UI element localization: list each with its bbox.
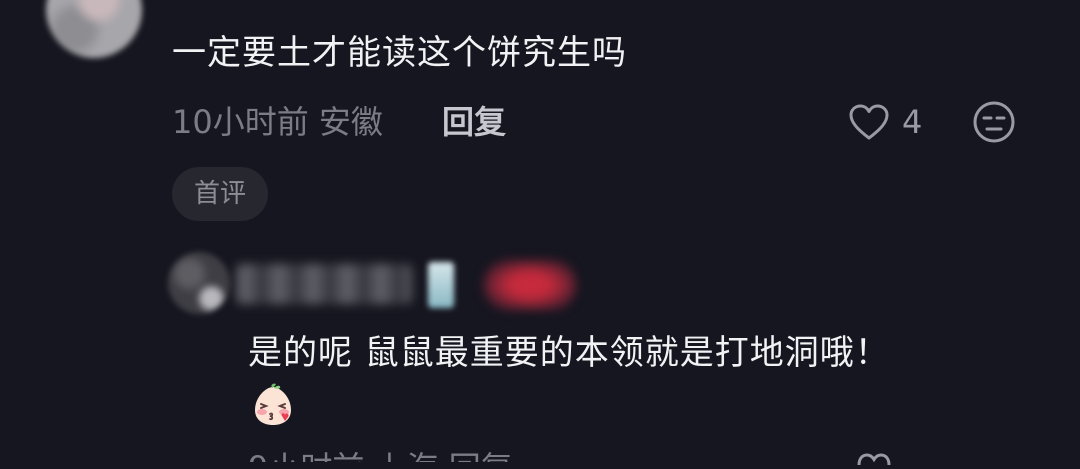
reply-meta-partial: 9小时前 上海 回复: [248, 446, 513, 462]
dislike-button[interactable]: [972, 100, 1016, 144]
like-count: 4: [902, 103, 923, 141]
reply-like-heart-icon[interactable]: [856, 450, 892, 469]
reply-author-name-blurred[interactable]: [236, 264, 412, 304]
reply-author-avatar[interactable]: [168, 252, 230, 314]
reply-text: 是的呢 鼠鼠最重要的本领就是打地洞哦！: [248, 333, 890, 373]
like-button[interactable]: 4: [848, 100, 922, 144]
heart-outline-icon: [848, 103, 890, 141]
blushing-peach-emoji-icon: [250, 382, 296, 428]
commenter-avatar[interactable]: [46, 0, 142, 58]
comment-text: 一定要土才能读这个饼究生吗: [172, 33, 627, 73]
meh-face-icon: [972, 100, 1016, 144]
comment-time-location: 10小时前 安徽: [172, 103, 383, 141]
author-tag-icon-blurred: [428, 262, 454, 308]
author-badge-blurred: [484, 260, 576, 310]
reply-button[interactable]: 回复: [442, 100, 506, 144]
first-comment-badge: 首评: [172, 167, 268, 221]
